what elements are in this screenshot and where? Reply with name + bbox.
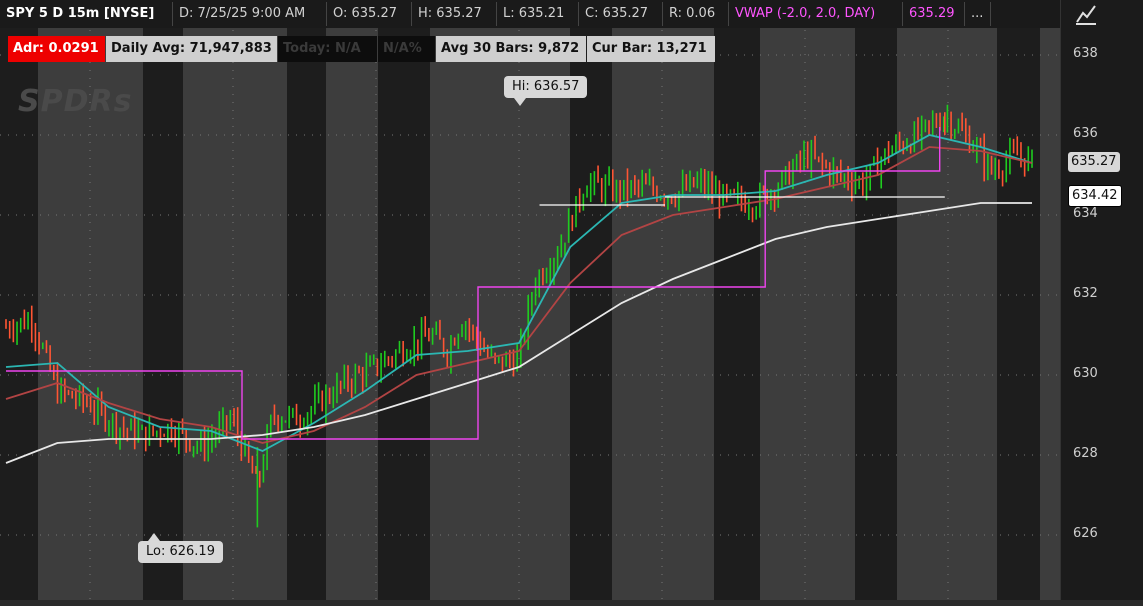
today-percent-badge: N/A% xyxy=(378,36,435,62)
price-tick-label: 630 xyxy=(1073,366,1098,381)
today-volume-badge: Today: N/A xyxy=(278,36,377,62)
session-stripe xyxy=(714,28,760,600)
session-stripe xyxy=(287,28,326,600)
price-tick-label: 634 xyxy=(1073,206,1098,221)
session-stripe xyxy=(378,28,430,600)
spdrs-logo: SPDRs xyxy=(18,84,133,119)
price-tick-label: 638 xyxy=(1073,46,1098,61)
session-stripe xyxy=(143,28,183,600)
session-stripe xyxy=(997,28,1040,600)
price-tick-label: 636 xyxy=(1073,126,1098,141)
reference-price-tag: 634.42 xyxy=(1068,185,1122,207)
price-axis[interactable]: 638 636 634 632 630 628 626 635.27 634.42 xyxy=(1060,0,1143,606)
session-stripe xyxy=(570,28,612,600)
session-stripe xyxy=(855,28,897,600)
cur-bar-badge: Cur Bar: 13,271 xyxy=(587,36,715,62)
session-backgrounds xyxy=(0,28,1060,600)
drawing-tool-icon[interactable] xyxy=(1074,2,1098,26)
adr-badge: Adr: 0.0291 xyxy=(8,36,105,62)
price-tick-label: 628 xyxy=(1073,446,1098,461)
avg30-badge: Avg 30 Bars: 9,872 xyxy=(436,36,586,62)
price-tick-label: 626 xyxy=(1073,526,1098,541)
high-callout: Hi: 636.57 xyxy=(504,76,588,106)
daily-avg-badge: Daily Avg: 71,947,883 xyxy=(106,36,277,62)
price-tick-label: 632 xyxy=(1073,286,1098,301)
low-callout: Lo: 626.19 xyxy=(138,533,223,563)
last-price-tag: 635.27 xyxy=(1068,152,1120,172)
bottom-scrollbar[interactable] xyxy=(0,600,1143,606)
